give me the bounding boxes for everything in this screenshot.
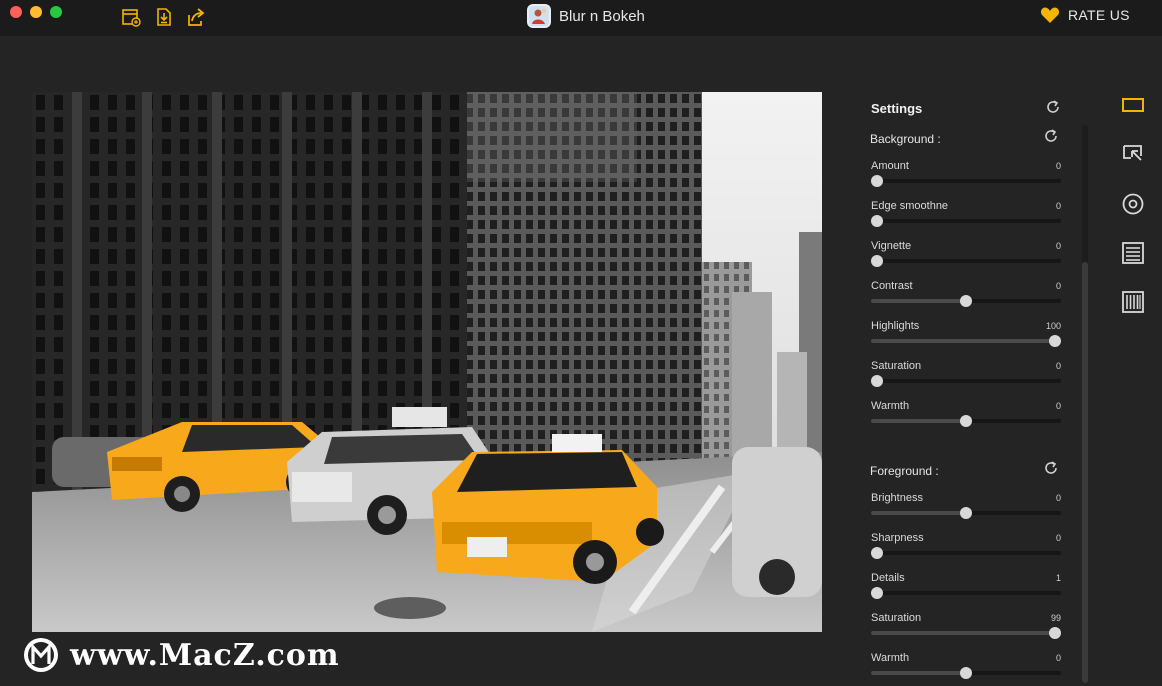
slider-value: 0: [1055, 201, 1061, 211]
slider-label: Sharpness: [871, 532, 924, 544]
macz-logo-icon: [24, 638, 58, 672]
slider-row: Sharpness 0: [870, 532, 1061, 566]
slider-label: Edge smoothne: [871, 200, 949, 212]
slider-value: 100: [1045, 321, 1061, 331]
watermark: www.MacZ.com: [22, 636, 340, 674]
slider-thumb[interactable]: [870, 375, 883, 387]
background-section-label: Background :: [870, 132, 941, 146]
slider-track[interactable]: [871, 335, 1062, 347]
slider-thumb[interactable]: [870, 587, 883, 599]
reset-background-icon[interactable]: [1043, 128, 1059, 144]
slider-label: Warmth: [871, 400, 910, 412]
slider-track[interactable]: [870, 587, 1061, 599]
reset-all-icon[interactable]: [1045, 99, 1061, 115]
slider-thumb[interactable]: [870, 175, 883, 187]
slider-fill: [871, 511, 966, 515]
slider-row: Edge smoothne 0: [870, 200, 1061, 234]
heart-icon: [1040, 7, 1060, 23]
slider-fill: [871, 419, 966, 423]
slider-fill: [871, 299, 966, 303]
foreground-section-label: Foreground :: [870, 464, 939, 478]
slider-fill: [871, 631, 1060, 635]
slider-thumb[interactable]: [960, 667, 972, 679]
slider-row: Brightness 0: [871, 492, 1061, 526]
watermark-text: www.MacZ.com: [70, 637, 340, 673]
slider-value: 0: [1055, 533, 1061, 543]
selection-tool-icon[interactable]: [1121, 142, 1145, 166]
slider-track[interactable]: [871, 627, 1062, 639]
slider-track[interactable]: [871, 507, 1061, 519]
edited-photo: [32, 92, 822, 632]
slider-row: Saturation 99: [871, 612, 1062, 646]
slider-thumb[interactable]: [1049, 627, 1062, 639]
slider-label: Saturation: [871, 612, 922, 624]
slider-value: 0: [1055, 493, 1061, 503]
slider-thumb[interactable]: [870, 215, 883, 227]
reset-foreground-icon[interactable]: [1043, 460, 1059, 476]
slider-row: Amount 0: [870, 160, 1061, 194]
slider-value: 0: [1055, 241, 1061, 251]
slider-thumb[interactable]: [960, 507, 972, 519]
app-icon: [527, 4, 551, 28]
slider-value: 0: [1055, 401, 1061, 411]
slider-value: 0: [1055, 653, 1061, 663]
settings-title: Settings: [871, 101, 923, 116]
zoom-window-button[interactable]: [50, 6, 62, 18]
slider-label: Warmth: [871, 652, 910, 664]
settings-panel: Settings Background : Amount 0 Edge smooth…: [862, 90, 1074, 683]
rate-us-button[interactable]: RATE US: [1040, 6, 1130, 24]
save-download-icon[interactable]: [154, 7, 174, 27]
slider-track[interactable]: [870, 547, 1061, 559]
lines-pattern-icon[interactable]: [1121, 241, 1145, 265]
slider-track[interactable]: [870, 255, 1061, 267]
slider-label: Highlights: [871, 320, 920, 332]
slider-row: Highlights 100: [871, 320, 1062, 354]
slider-row: Saturation 0: [870, 360, 1061, 394]
slider-thumb[interactable]: [870, 255, 883, 267]
slider-thumb[interactable]: [1049, 335, 1062, 347]
window-title: Blur n Bokeh: [527, 3, 645, 29]
barcode-pattern-icon[interactable]: [1121, 290, 1145, 314]
slider-track[interactable]: [870, 215, 1061, 227]
slider-row: Warmth 0: [871, 652, 1061, 686]
title-bar: Blur n Bokeh RATE US: [0, 0, 1162, 36]
slider-value: 99: [1050, 613, 1061, 623]
slider-label: Details: [871, 572, 905, 584]
slider-value: 0: [1055, 361, 1061, 371]
slider-value: 0: [1055, 161, 1061, 171]
slider-track[interactable]: [870, 375, 1061, 387]
slider-value: 1: [1055, 573, 1061, 583]
slider-fill: [871, 671, 966, 675]
slider-track[interactable]: [871, 295, 1061, 307]
slider-label: Vignette: [871, 240, 912, 252]
open-file-icon[interactable]: [121, 7, 141, 27]
slider-thumb[interactable]: [960, 415, 972, 427]
slider-row: Details 1: [870, 572, 1061, 606]
share-icon[interactable]: [186, 7, 206, 27]
slider-row: Contrast 0: [871, 280, 1061, 314]
slider-label: Brightness: [871, 492, 923, 504]
slider-value: 0: [1055, 281, 1061, 291]
settings-scrollbar-thumb[interactable]: [1082, 262, 1088, 683]
app-title-text: Blur n Bokeh: [559, 7, 645, 25]
slider-label: Saturation: [871, 360, 922, 372]
slider-label: Amount: [871, 160, 909, 172]
slider-track[interactable]: [870, 175, 1061, 187]
slider-row: Warmth 0: [871, 400, 1061, 434]
close-window-button[interactable]: [10, 6, 22, 18]
slider-thumb[interactable]: [960, 295, 972, 307]
slider-row: Vignette 0: [870, 240, 1061, 274]
slider-track[interactable]: [871, 667, 1061, 679]
slider-thumb[interactable]: [870, 547, 883, 559]
photo-canvas[interactable]: [32, 92, 822, 632]
focus-circle-icon[interactable]: [1121, 192, 1145, 216]
crop-frame-icon[interactable]: [1121, 93, 1145, 117]
rate-us-label: RATE US: [1068, 7, 1130, 23]
slider-track[interactable]: [871, 415, 1061, 427]
slider-label: Contrast: [871, 280, 913, 292]
minimize-window-button[interactable]: [30, 6, 42, 18]
slider-fill: [871, 339, 1061, 343]
